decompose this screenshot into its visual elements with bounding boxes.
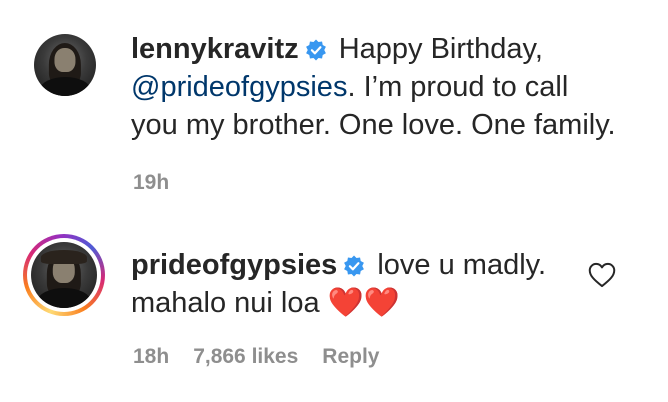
avatar-hat: [40, 249, 88, 265]
comment-body-line1: love u madly.: [369, 249, 547, 281]
comment-body-line1: Happy Birthday,: [330, 33, 543, 65]
avatar-face: [54, 47, 76, 73]
story-ring[interactable]: [23, 234, 105, 316]
comment-body-line2: mahalo nui loa ❤️❤️: [131, 287, 400, 319]
avatar-lennykravitz[interactable]: [34, 34, 96, 96]
mention-link[interactable]: @prideofgypsies: [131, 71, 347, 103]
username-link[interactable]: prideofgypsies: [131, 249, 337, 281]
avatar-body: [40, 77, 90, 96]
verified-badge-icon: [344, 255, 365, 277]
comment-time[interactable]: 18h: [133, 345, 169, 368]
comment-text: prideofgypsies love u madly. mahalo nui …: [131, 246, 546, 322]
comment-time[interactable]: 19h: [133, 171, 169, 194]
reply-button[interactable]: Reply: [322, 345, 379, 368]
avatar-prideofgypsies: [31, 242, 97, 308]
username-link[interactable]: lennykravitz: [131, 33, 299, 65]
verified-badge-icon: [305, 39, 326, 61]
avatar-body: [37, 288, 91, 308]
comment-body-line3: you my brother. One love. One family.: [131, 109, 616, 141]
comment-text: lennykravitz Happy Birthday, @prideofgyp…: [131, 30, 616, 144]
heart-outline-icon[interactable]: [588, 262, 616, 288]
comment-body-line2: . I’m proud to call: [347, 71, 569, 103]
likes-count[interactable]: 7,866 likes: [193, 345, 298, 368]
comment-meta: 19h: [133, 171, 193, 195]
comment-meta: 18h 7,866 likes Reply: [133, 345, 403, 369]
